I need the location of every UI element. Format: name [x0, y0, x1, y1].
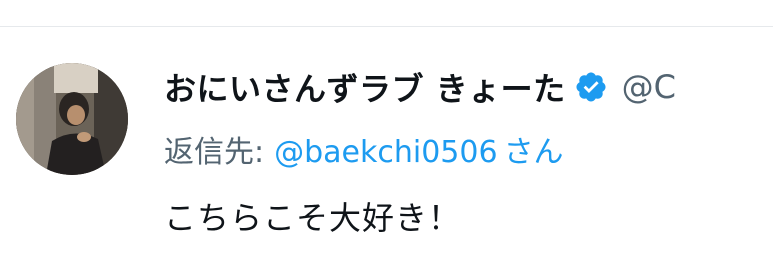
display-name[interactable]: おにいさんずラブ きょーた	[164, 64, 566, 110]
avatar[interactable]	[16, 63, 128, 175]
tweet[interactable]: おにいさんずラブ きょーた @C 返信先: @baekchi0506 さん こちらこ…	[0, 27, 773, 257]
user-handle[interactable]: @C	[622, 68, 676, 106]
tweet-text: こちらこそ大好き！	[164, 199, 462, 237]
reply-prefix-label: 返信先:	[164, 135, 265, 170]
reply-context: 返信先: @baekchi0506 さん	[164, 127, 564, 171]
avatar-photo	[16, 63, 128, 175]
reply-to-handle-link[interactable]: @baekchi0506	[274, 135, 497, 170]
reply-honorific: さん	[503, 135, 564, 170]
verified-badge-icon	[574, 70, 608, 104]
user-line: おにいさんずラブ きょーた @C	[164, 63, 676, 111]
